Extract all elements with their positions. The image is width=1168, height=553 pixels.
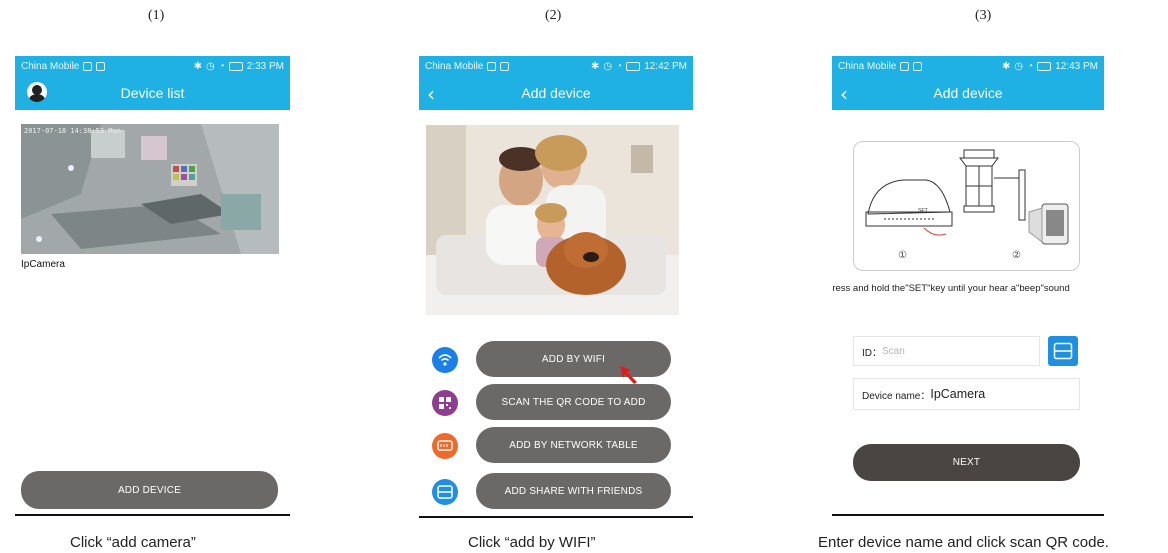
alarm-icon: ◷: [603, 60, 613, 72]
illustration-step-2-label: ②: [1012, 250, 1021, 261]
nav-bar: ‹ Add device: [832, 76, 1104, 110]
status-time: 12:43 PM: [1055, 60, 1098, 72]
page-title: Add device: [521, 85, 591, 101]
scan-qr-button[interactable]: [1048, 336, 1078, 366]
status-time: 2:33 PM: [246, 60, 284, 72]
step-number-3: (3): [975, 8, 992, 23]
app-header: China Mobile ✱ ◷ ◔ 2:33 PM Device list: [15, 56, 290, 110]
bluetooth-icon: ✱: [193, 60, 202, 72]
qr-code-icon: [432, 390, 458, 416]
add-device-button[interactable]: ADD DEVICE: [21, 471, 278, 509]
back-arrow-icon[interactable]: ‹: [840, 82, 848, 106]
alarm-icon: ◷: [1014, 60, 1024, 72]
camera-feed-image: [21, 124, 279, 254]
family-photo: [426, 125, 679, 315]
svg-text:SET: SET: [918, 208, 928, 214]
step-number-1: (1): [148, 8, 165, 23]
status-bar: China Mobile ✱ ◷ ◔ 12:42 PM: [419, 56, 693, 76]
notification-icon: [83, 61, 93, 71]
notification-icon: [500, 61, 510, 71]
camera-name: IpCamera: [21, 259, 65, 270]
phone-screen-device-list: China Mobile ✱ ◷ ◔ 2:33 PM Device list 2…: [15, 56, 290, 516]
carrier-label: China Mobile: [21, 60, 80, 72]
add-share-with-friends-button[interactable]: ADD SHARE WITH FRIENDS: [476, 473, 671, 509]
battery-icon: [228, 61, 243, 71]
scan-icon: [1053, 342, 1073, 360]
status-time: 12:42 PM: [644, 60, 687, 72]
phone-screen-add-device: China Mobile ✱ ◷ ◔ 12:42 PM ‹ Add device: [419, 56, 693, 518]
notification-icon: [913, 61, 923, 71]
battery-icon: [1037, 61, 1052, 71]
id-label: ID：: [862, 347, 882, 359]
device-name-field[interactable]: Device name： IpCamera: [853, 378, 1080, 410]
camera-timestamp: 2017-07-18 14:38:53 Mon: [24, 127, 121, 135]
pointer-arrow-icon: [620, 366, 637, 384]
carrier-label: China Mobile: [425, 60, 484, 72]
device-name-label: Device name：: [862, 390, 931, 402]
carrier-label: China Mobile: [838, 60, 897, 72]
divider: [832, 514, 1104, 516]
divider: [15, 514, 290, 516]
network-port-icon: [432, 433, 458, 459]
page-title: Device list: [120, 85, 185, 101]
device-name-input[interactable]: IpCamera: [930, 387, 985, 401]
id-input-placeholder: Scan: [882, 345, 905, 357]
nav-bar: ‹ Add device: [419, 76, 693, 110]
status-bar: China Mobile ✱ ◷ ◔ 2:33 PM: [15, 56, 290, 76]
camera-thumbnail[interactable]: 2017-07-18 14:38:53 Mon: [21, 124, 279, 254]
page-title: Add device: [933, 85, 1003, 101]
step-caption-2: Click “add by WIFI”: [468, 534, 596, 551]
step-caption-1: Click “add camera”: [70, 534, 196, 551]
phone-screen-add-device-form: China Mobile ✱ ◷ ◔ 12:43 PM ‹ Add device…: [832, 56, 1104, 516]
id-field[interactable]: ID： Scan: [853, 336, 1040, 366]
wifi-signal-icon: ◔: [1027, 60, 1034, 72]
app-header: China Mobile ✱ ◷ ◔ 12:42 PM ‹ Add device: [419, 56, 693, 110]
battery-icon: [626, 61, 641, 71]
setup-instruction: Press and hold the"SET"key until your he…: [832, 283, 1070, 294]
avatar-icon[interactable]: [27, 82, 47, 102]
family-photo-image: [426, 125, 679, 315]
divider: [419, 516, 693, 518]
add-by-network-table-button[interactable]: ADD BY NETWORK TABLE: [476, 427, 671, 463]
notification-icon: [900, 61, 910, 71]
scan-qr-code-button[interactable]: SCAN THE QR CODE TO ADD: [476, 384, 671, 420]
step-number-2: (2): [545, 8, 562, 23]
back-arrow-icon[interactable]: ‹: [427, 82, 435, 106]
status-bar: China Mobile ✱ ◷ ◔ 12:43 PM: [832, 56, 1104, 76]
wifi-icon: [432, 347, 458, 373]
nav-bar: Device list: [15, 76, 290, 110]
next-button[interactable]: NEXT: [853, 444, 1080, 481]
wifi-signal-icon: ◔: [616, 60, 623, 72]
device-diagram-image: SET: [865, 149, 1069, 245]
illustration-step-1-label: ①: [898, 250, 907, 261]
notification-icon: [96, 61, 106, 71]
app-header: China Mobile ✱ ◷ ◔ 12:43 PM ‹ Add device: [832, 56, 1104, 110]
bluetooth-icon: ✱: [591, 60, 600, 72]
bluetooth-icon: ✱: [1002, 60, 1011, 72]
alarm-icon: ◷: [205, 60, 215, 72]
notification-icon: [487, 61, 497, 71]
wifi-signal-icon: ◔: [218, 60, 225, 72]
add-by-wifi-button[interactable]: ADD BY WIFI: [476, 341, 671, 377]
share-icon: [432, 479, 458, 505]
setup-illustration: SET ① ②: [853, 141, 1080, 271]
step-caption-3: Enter device name and click scan QR code…: [818, 534, 1109, 551]
